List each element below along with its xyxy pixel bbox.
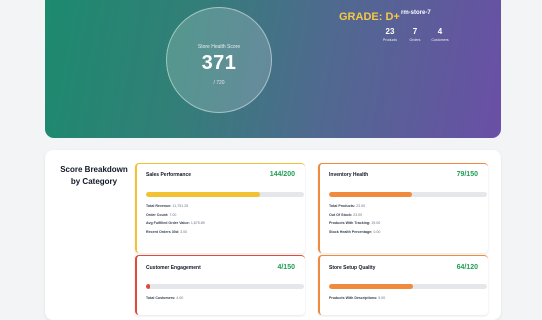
- category-progress-bar: [146, 284, 304, 289]
- category-progress-fill: [329, 192, 413, 197]
- metric-row: Total Products: 23.00: [329, 202, 380, 211]
- stat-customers-label: Customers: [431, 38, 449, 42]
- category-name: Sales Performance: [146, 172, 192, 178]
- category-card-store-setup-quality: Store Setup Quality 64/120 Products With…: [318, 255, 488, 315]
- stat-customers: 4 Customers: [427, 27, 453, 42]
- health-score-label: Store Health Score: [197, 44, 241, 50]
- category-score: 4/150: [277, 264, 295, 271]
- metric-label: Products With Tracking:: [329, 221, 371, 225]
- metric-row: Order Count: 7.00: [146, 211, 205, 220]
- metric-value: 5.00: [378, 296, 386, 300]
- category-metrics: Total Products: 23.00 Out Of Stock: 23.0…: [329, 202, 380, 236]
- metric-label: Out Of Stock:: [329, 212, 353, 217]
- category-metrics: Products With Descriptions: 5.00: [329, 294, 385, 303]
- metric-label: Total Customers:: [146, 296, 176, 300]
- category-progress-fill: [146, 284, 151, 289]
- metric-value: 1,675.89: [190, 221, 205, 225]
- store-name: rm-store-7: [401, 10, 431, 16]
- stat-customers-value: 4: [437, 27, 443, 36]
- category-progress-fill: [329, 284, 414, 289]
- metric-row: Out Of Stock: 23.00: [329, 211, 380, 220]
- category-progress-bar: [329, 192, 487, 197]
- store-stats: 23 Products 7 Orders 4 Customers: [377, 27, 455, 47]
- metric-label: Avg Fulfilled Order Value:: [146, 221, 190, 225]
- metric-value: 3.00: [180, 229, 188, 234]
- metric-label: Recent Orders 30d:: [146, 229, 180, 234]
- metric-value: 7.00: [169, 212, 177, 217]
- grade-badge: GRADE: D+: [339, 11, 400, 23]
- category-progress-bar: [329, 284, 487, 289]
- score-breakdown-title: Score Breakdown by Category: [60, 165, 128, 186]
- category-progress-fill: [146, 192, 260, 197]
- category-name: Customer Engagement: [146, 265, 201, 271]
- metric-label: Stock Health Percentage:: [329, 229, 373, 234]
- stat-orders-label: Orders: [409, 38, 421, 42]
- category-metrics: Total Customers: 4.00: [146, 294, 183, 303]
- metric-row: Avg Fulfilled Order Value: 1,675.89: [146, 219, 205, 228]
- category-name: Store Setup Quality: [329, 265, 376, 271]
- health-score-max: / 720: [213, 80, 225, 86]
- metric-value: 23.00: [356, 204, 366, 208]
- category-name: Inventory Health: [329, 172, 369, 178]
- metric-value: 11,751.25: [172, 204, 189, 208]
- metric-value: 19.00: [371, 221, 381, 225]
- metric-label: Order Count:: [146, 212, 169, 217]
- metric-row: Total Customers: 4.00: [146, 294, 183, 303]
- stat-products-value: 23: [385, 27, 395, 36]
- category-card-inventory-health: Inventory Health 79/150 Total Products: …: [318, 163, 488, 253]
- category-progress-bar: [146, 192, 304, 197]
- metric-value: 23.00: [353, 212, 363, 217]
- metric-row: Total Revenue: 11,751.25: [146, 202, 205, 211]
- stat-orders: 7 Orders: [402, 27, 428, 42]
- metric-label: Total Products:: [329, 204, 356, 208]
- metric-value: 0.00: [373, 229, 381, 234]
- metric-row: Recent Orders 30d: 3.00: [146, 228, 205, 237]
- category-card-sales-performance: Sales Performance 144/200 Total Revenue:…: [135, 163, 305, 253]
- metric-label: Total Revenue:: [146, 204, 172, 208]
- metric-row: Stock Health Percentage: 0.00: [329, 228, 380, 237]
- health-score-circle: Store Health Score 371 / 720: [166, 7, 272, 113]
- category-score: 144/200: [269, 171, 295, 178]
- stat-products: 23 Products: [377, 27, 403, 42]
- metric-row: Products With Descriptions: 5.00: [329, 294, 385, 303]
- category-score: 64/120: [456, 264, 478, 271]
- metric-row: Products With Tracking: 19.00: [329, 219, 380, 228]
- stat-orders-value: 7: [412, 27, 418, 36]
- store-health-hero: Store Health Score 371 / 720 GRADE: D+ r…: [45, 0, 501, 138]
- health-score-value: 371: [201, 52, 237, 74]
- metric-label: Products With Descriptions:: [329, 296, 378, 300]
- category-metrics: Total Revenue: 11,751.25 Order Count: 7.…: [146, 202, 205, 236]
- category-score: 79/150: [456, 171, 478, 178]
- metric-value: 4.00: [176, 296, 184, 300]
- stat-products-label: Products: [382, 38, 398, 42]
- category-card-customer-engagement: Customer Engagement 4/150 Total Customer…: [135, 255, 305, 315]
